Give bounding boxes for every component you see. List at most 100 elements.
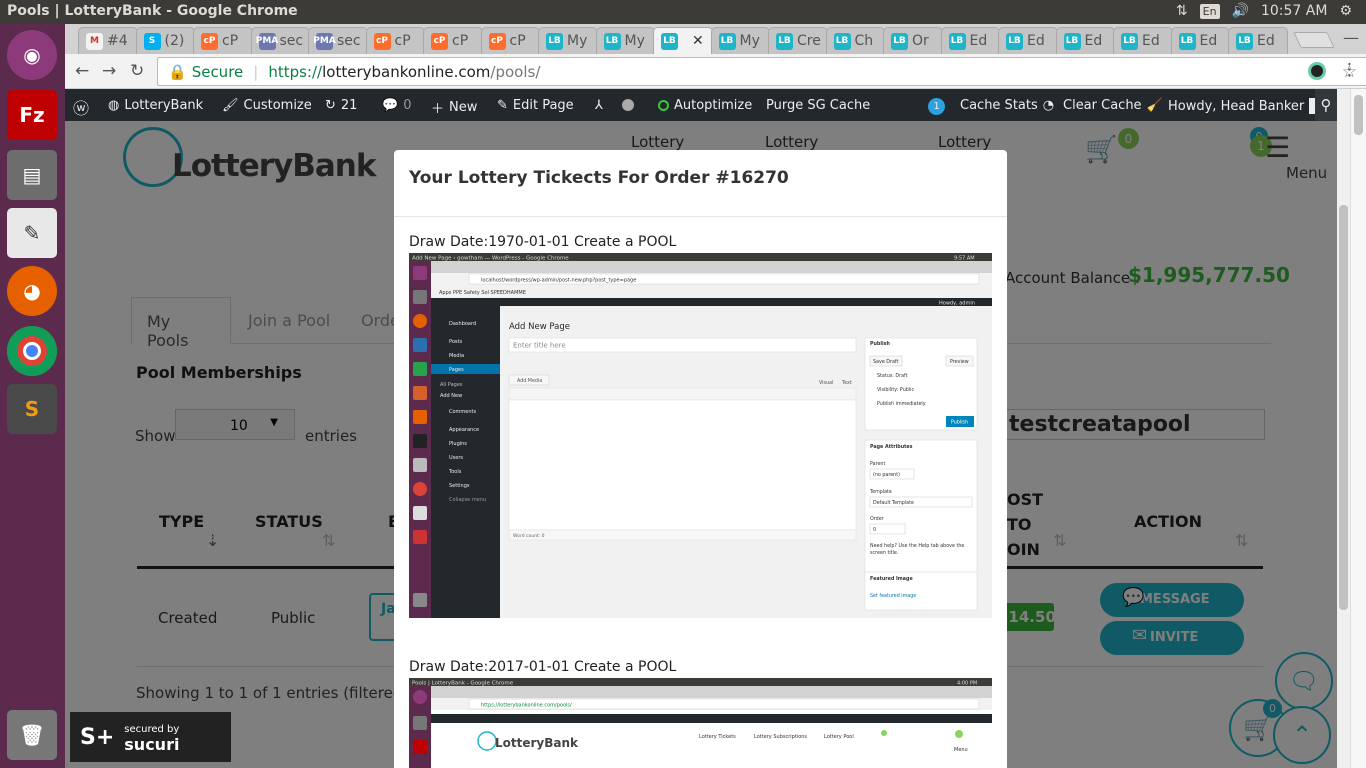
chrome-icon[interactable] bbox=[7, 326, 57, 376]
svg-text:Apps PPE Safety Sol SPEEDH: Apps PPE Safety Sol SPEEDHAMME bbox=[439, 290, 526, 296]
new-tab-button[interactable] bbox=[1293, 32, 1335, 48]
tab-label: Or bbox=[912, 33, 929, 49]
browser-tab[interactable]: LB Ch bbox=[825, 27, 885, 54]
browser-tab[interactable]: LB My bbox=[538, 27, 598, 54]
address-bar[interactable]: 🔒 Secure | https://lotterybankonline.com /… bbox=[157, 57, 1366, 86]
svg-text:Menu: Menu bbox=[954, 747, 968, 753]
wp-new-link[interactable]: ＋ New bbox=[431, 98, 477, 117]
svg-text:Appearance: Appearance bbox=[449, 427, 479, 433]
sublime-text-icon[interactable]: S bbox=[7, 384, 57, 434]
browser-tab-active[interactable]: LB ✕ bbox=[653, 27, 713, 54]
url-path: /pools/ bbox=[490, 62, 541, 81]
browser-tab[interactable]: cP cP bbox=[365, 27, 425, 54]
cache-count-badge: 1 bbox=[928, 98, 945, 115]
browser-tab[interactable]: LB Or bbox=[883, 27, 943, 54]
browser-tab[interactable]: cP cP bbox=[480, 27, 540, 54]
scrollbar-thumb[interactable] bbox=[1339, 205, 1348, 610]
seo-status-dot-icon bbox=[622, 99, 634, 111]
wordpress-logo-icon[interactable]: ⓦ bbox=[73, 95, 89, 119]
svg-text:Preview: Preview bbox=[950, 359, 969, 365]
unity-launcher: ◉ Fz ▤ ✎ ◕ S 🗑 bbox=[0, 24, 65, 768]
svg-text:Publish: Publish bbox=[951, 420, 968, 426]
svg-text:Media: Media bbox=[449, 353, 464, 359]
volume-icon[interactable]: 🔊 bbox=[1232, 3, 1249, 19]
tab-label: Ed bbox=[1027, 33, 1045, 49]
modal-scrollbar[interactable] bbox=[1337, 89, 1350, 768]
system-tray: ⇅ En 🔊 10:57 AM ⚙ bbox=[1176, 3, 1352, 19]
ticket-screenshot-1[interactable]: Add New Page ‹ gowtham — WordPress - Goo… bbox=[409, 253, 992, 618]
svg-text:Tools: Tools bbox=[448, 469, 462, 475]
close-tab-icon[interactable]: ✕ bbox=[692, 33, 704, 49]
browser-tab[interactable]: cP cP bbox=[423, 27, 483, 54]
status-ring-icon bbox=[658, 100, 669, 111]
browser-tab[interactable]: LB Ed bbox=[1055, 27, 1115, 54]
browser-tab[interactable]: LB Ed bbox=[1113, 27, 1173, 54]
svg-text:4:00 PM: 4:00 PM bbox=[957, 681, 977, 687]
ubuntu-dash-icon[interactable]: ◉ bbox=[7, 30, 57, 80]
phpmyadmin-icon: PMA bbox=[256, 32, 278, 50]
svg-text:9:57 AM: 9:57 AM bbox=[954, 256, 975, 262]
lotterybank-icon: LB bbox=[776, 32, 793, 50]
network-icon[interactable]: ⇅ bbox=[1176, 3, 1188, 19]
svg-text:Need help? Use the Help tab ab: Need help? Use the Help tab above the bbox=[870, 543, 964, 549]
browser-tab[interactable]: PMA sec bbox=[308, 27, 368, 54]
wp-howdy-menu[interactable]: Howdy, Head Banker bbox=[1168, 98, 1326, 114]
modal-title: Your Lottery Tickects For Order #16270 bbox=[394, 150, 1007, 217]
sucuri-badge[interactable]: S+ secured by sucuri bbox=[70, 712, 231, 762]
wp-edit-page-link[interactable]: ✎ Edit Page bbox=[497, 98, 574, 113]
browser-tab[interactable]: LB Ed bbox=[998, 27, 1058, 54]
chrome-menu-icon[interactable]: ⋮ bbox=[1341, 60, 1358, 80]
gmail-icon: M bbox=[86, 32, 103, 50]
browser-tab[interactable]: PMA sec bbox=[250, 27, 310, 54]
browser-tab[interactable]: M #4 bbox=[78, 27, 138, 54]
wp-updates-link[interactable]: ↻ 21 bbox=[325, 98, 357, 113]
browser-tab[interactable]: LB My bbox=[595, 27, 655, 54]
browser-tab[interactable]: S (2) bbox=[135, 27, 195, 54]
dashboard-icon: ◍ bbox=[108, 98, 120, 113]
url-scheme: https:// bbox=[268, 62, 323, 81]
svg-text:Lottery Pool: Lottery Pool bbox=[824, 734, 854, 740]
browser-tab[interactable]: LB Cre bbox=[768, 27, 828, 54]
clock[interactable]: 10:57 AM bbox=[1261, 3, 1327, 19]
pie-chart-icon: ◔ bbox=[1042, 98, 1055, 113]
trash-icon[interactable]: 🗑 bbox=[7, 710, 57, 760]
filezilla-icon[interactable]: Fz bbox=[7, 90, 57, 140]
extension-icon[interactable] bbox=[1308, 62, 1326, 80]
minimize-window-icon[interactable]: — bbox=[1343, 28, 1359, 47]
wp-customize-link[interactable]: 🖌 Customize bbox=[222, 98, 312, 113]
firefox-icon[interactable]: ◕ bbox=[7, 266, 57, 316]
ticket-screenshot-2[interactable]: Pools | LotteryBank - Google Chrome 4:00… bbox=[409, 678, 992, 768]
wp-search-icon[interactable]: ⚲ bbox=[1315, 89, 1337, 121]
browser-tab[interactable]: LB Ed bbox=[1170, 27, 1230, 54]
yoast-seo-icon[interactable]: ⅄ bbox=[595, 98, 603, 113]
wp-purge-cache-link[interactable]: Purge SG Cache bbox=[766, 98, 870, 113]
wp-cache-stats-link[interactable]: Cache Stats ◔ bbox=[960, 98, 1054, 113]
secure-badge[interactable]: 🔒 Secure bbox=[168, 63, 243, 81]
settings-gear-icon[interactable]: ⚙ bbox=[1339, 3, 1352, 19]
scrollbar-thumb[interactable] bbox=[1354, 95, 1363, 135]
svg-text:Comments: Comments bbox=[449, 409, 476, 415]
browser-tab[interactable]: LB My bbox=[710, 27, 770, 54]
browser-tab[interactable]: LB Ed bbox=[940, 27, 1000, 54]
tab-label: (2) bbox=[164, 33, 185, 49]
svg-text:Status: Draft: Status: Draft bbox=[877, 373, 908, 379]
wp-clear-cache-link[interactable]: Clear Cache 🧹 bbox=[1063, 98, 1163, 113]
cpanel-icon: cP bbox=[431, 32, 448, 50]
window-scrollbar[interactable] bbox=[1350, 89, 1366, 768]
cpanel-icon: cP bbox=[201, 32, 218, 50]
forward-arrow-icon[interactable]: → bbox=[102, 61, 116, 81]
svg-text:0: 0 bbox=[873, 527, 876, 533]
reload-icon[interactable]: ↻ bbox=[130, 61, 144, 81]
keyboard-layout-indicator[interactable]: En bbox=[1199, 3, 1220, 19]
browser-tab[interactable]: LB Ed bbox=[1228, 27, 1288, 54]
wp-site-link[interactable]: ◍ LotteryBank bbox=[108, 98, 203, 113]
tab-label: My bbox=[567, 33, 588, 49]
svg-text:https://lotterybankonline.com/: https://lotterybankonline.com/pools/ bbox=[481, 703, 572, 709]
text-editor-icon[interactable]: ✎ bbox=[7, 208, 57, 258]
back-arrow-icon[interactable]: ← bbox=[75, 61, 89, 81]
browser-tab[interactable]: cP cP bbox=[193, 27, 253, 54]
wp-comments-link[interactable]: 💬 0 bbox=[382, 98, 411, 113]
svg-text:Dashboard: Dashboard bbox=[449, 321, 476, 327]
wp-autoptimize-link[interactable]: Autoptimize bbox=[658, 98, 752, 113]
file-manager-icon[interactable]: ▤ bbox=[7, 150, 57, 200]
